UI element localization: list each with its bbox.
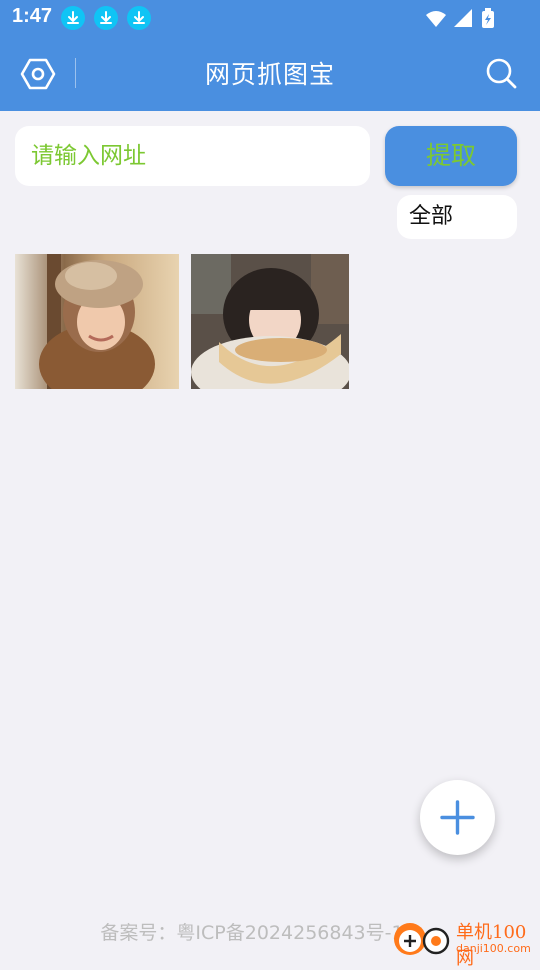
wifi-icon (426, 11, 446, 27)
search-icon (486, 58, 517, 89)
status-icons (424, 8, 504, 34)
add-button[interactable] (420, 780, 495, 855)
url-input[interactable] (15, 126, 370, 186)
image-thumbnail[interactable] (191, 254, 349, 389)
status-time: 1:47 (12, 5, 53, 27)
status-bar: 1:47 (0, 0, 540, 36)
extract-button[interactable]: 提取 (385, 126, 517, 186)
page-title: 网页抓图宝 (204, 60, 335, 89)
watermark: 单机100网 danji100.com (392, 915, 540, 969)
battery-charging-icon (482, 8, 494, 28)
signal-icon (454, 9, 472, 27)
download-icon (127, 6, 151, 30)
download-icon (94, 6, 118, 30)
image-thumbnail[interactable] (15, 254, 179, 389)
app-bar: 网页抓图宝 (0, 36, 540, 111)
filter-dropdown[interactable]: 全部 (397, 195, 517, 239)
watermark-logo-icon (394, 923, 450, 955)
search-button[interactable] (484, 56, 518, 90)
download-icon (61, 6, 85, 30)
plus-icon (440, 800, 475, 835)
watermark-sub: danji100.com (456, 942, 531, 955)
